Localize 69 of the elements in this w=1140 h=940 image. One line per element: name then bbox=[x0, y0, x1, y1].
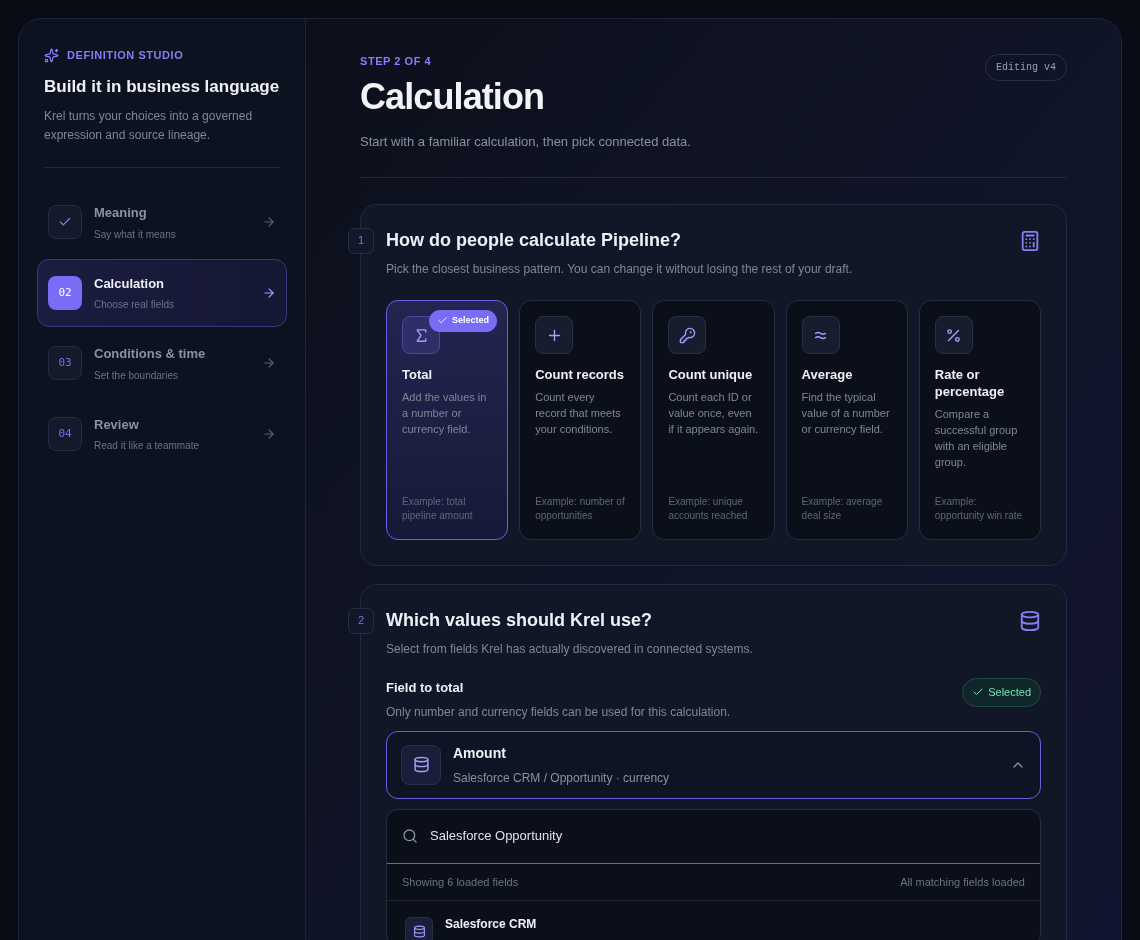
database-icon bbox=[412, 756, 430, 773]
results-status: All matching fields loaded bbox=[900, 874, 1025, 890]
sidebar-title: Build it in business language bbox=[44, 75, 280, 98]
sidebar-description: Krel turns your choices into a governed expression and source lineage. bbox=[44, 108, 254, 144]
option-description: Find the typical value of a number or currency field. bbox=[801, 390, 891, 437]
search-field[interactable]: Salesforce Opportunity bbox=[387, 809, 1040, 864]
option-example: Example: average deal size bbox=[801, 495, 884, 523]
calculation-option-card[interactable]: Rate or percentage Compare a successful group with an eligible group. Example: opportunity win rate bbox=[918, 300, 1041, 540]
step-item[interactable]: 03 Conditions & time Set the boundaries bbox=[37, 329, 287, 398]
group-title: Salesforce CRM bbox=[445, 916, 537, 933]
field-select[interactable]: Amount Salesforce CRM / Opportunity · currency bbox=[386, 730, 1041, 799]
step-item[interactable]: Meaning Say what it means bbox=[37, 188, 287, 257]
step-number-marker: 04 bbox=[48, 416, 82, 451]
option-description: Add the values in a number or currency field. bbox=[402, 390, 488, 437]
percent-icon bbox=[945, 326, 963, 344]
option-title: Rate or percentage bbox=[934, 366, 1006, 400]
option-description: Compare a successful group with an eligible group. bbox=[934, 407, 1019, 470]
step-title: Meaning bbox=[94, 204, 148, 222]
field-label: Field to total bbox=[386, 679, 465, 697]
search-icon bbox=[402, 828, 418, 844]
field-hint: Only number and currency fields can be used for this calculation. bbox=[386, 703, 732, 721]
calculation-option-card[interactable]: Selected Total Add the values in a number or currency field. Example: total pipeline amount bbox=[386, 300, 509, 540]
step-number-marker: 03 bbox=[48, 346, 82, 381]
database-icon bbox=[412, 924, 426, 938]
option-example: Example: unique accounts reached bbox=[668, 495, 749, 523]
option-description: Count each ID or value once, even if it appears again. bbox=[668, 390, 759, 437]
field-path: Salesforce CRM / Opportunity · currency bbox=[453, 769, 671, 787]
section-description: Select from fields Krel has actually discovered in connected systems. bbox=[386, 641, 754, 658]
option-title: Total bbox=[402, 366, 434, 383]
calculation-option-card[interactable]: Average Find the typical value of a number or currency field. Example: average deal size bbox=[785, 300, 908, 540]
option-example: Example: number of opportunities bbox=[535, 495, 626, 523]
sparkles-icon bbox=[44, 47, 59, 63]
section-description: Pick the closest business pattern. You can change it without losing the rest of your draft. bbox=[386, 261, 854, 278]
step-subtitle: Choose real fields bbox=[94, 298, 176, 312]
step-subtitle: Set the boundaries bbox=[94, 368, 179, 383]
option-example: Example: total pipeline amount bbox=[402, 495, 474, 523]
option-example: Example: opportunity win rate bbox=[934, 495, 1024, 523]
page-title: Calculation bbox=[360, 75, 546, 118]
section-number: 2 bbox=[348, 607, 374, 634]
page-subtitle: Start with a familiar calculation, then pick connected data. bbox=[360, 132, 692, 151]
field-name: Amount bbox=[453, 743, 507, 763]
results-summary: Showing 6 loaded fields bbox=[402, 874, 519, 890]
option-title: Count unique bbox=[668, 366, 754, 383]
search-value: Salesforce Opportunity bbox=[430, 827, 563, 846]
calculator-icon bbox=[1019, 229, 1041, 252]
section-title: Which values should Krel use? bbox=[386, 609, 654, 632]
arrow-right-icon bbox=[262, 285, 276, 300]
step-subtitle: Say what it means bbox=[94, 227, 177, 242]
step-number-marker: 02 bbox=[48, 275, 82, 310]
calculation-option-card[interactable]: Count unique Count each ID or value once, even if it appears again. Example: unique accounts reached bbox=[652, 300, 775, 540]
option-description: Count every record that meets your conditions. bbox=[535, 390, 622, 437]
section-title: How do people calculate Pipeline? bbox=[386, 229, 683, 252]
sidebar-eyebrow: DEFINITION STUDIO bbox=[67, 48, 184, 63]
step-subtitle: Read it like a teammate bbox=[94, 439, 201, 453]
step-item[interactable]: 02 Calculation Choose real fields bbox=[37, 258, 287, 327]
selected-badge: Selected bbox=[429, 310, 498, 332]
step-eyebrow: STEP 2 OF 4 bbox=[360, 54, 433, 69]
status-badge: Selected bbox=[962, 678, 1041, 707]
step-title: Conditions & time bbox=[94, 345, 207, 363]
step-title: Review bbox=[94, 415, 140, 434]
calculation-option-card[interactable]: Count records Count every record that meets your conditions. Example: number of opportunities bbox=[519, 300, 642, 540]
option-title: Average bbox=[801, 366, 854, 383]
step-item[interactable]: 04 Review Read it like a teammate bbox=[37, 399, 287, 468]
database-icon bbox=[1019, 609, 1041, 632]
section-number: 1 bbox=[348, 227, 374, 254]
option-title: Count records bbox=[535, 366, 626, 383]
arrow-right-icon bbox=[262, 426, 276, 441]
step-title: Calculation bbox=[94, 274, 166, 293]
key-icon bbox=[678, 326, 696, 344]
